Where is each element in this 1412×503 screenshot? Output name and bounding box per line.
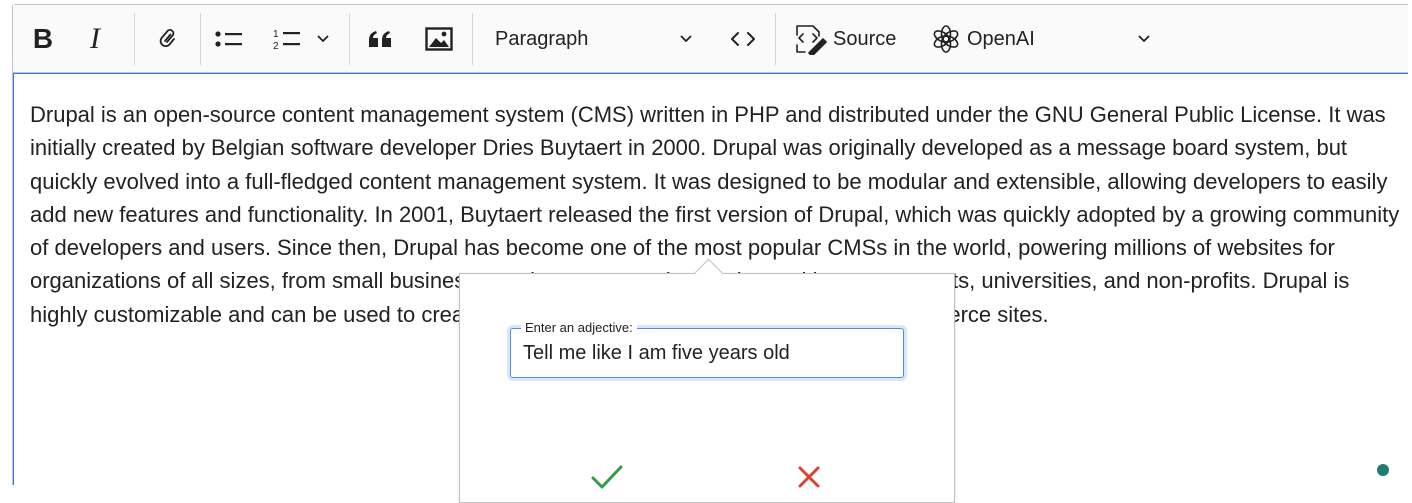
svg-text:2: 2 [273,41,279,52]
editor-toolbar: B I 1 2 Paragraph Source OpenAI [13,5,1408,73]
checkmark-icon [591,465,623,489]
toolbar-separator [472,13,473,65]
adjective-field: Enter an adjective: [510,320,904,378]
toolbar-separator [775,13,776,65]
chevron-down-icon [317,35,329,43]
blockquote-button[interactable] [359,5,403,73]
bold-button[interactable]: B [21,5,65,73]
status-dot [1377,464,1389,476]
source-button[interactable]: Source [787,5,911,73]
chevron-down-icon [1138,35,1150,43]
adjective-input[interactable] [511,329,903,377]
numbered-list-icon: 1 2 [273,29,300,52]
bulleted-list-icon [215,31,242,47]
bulleted-list-button[interactable] [209,5,249,73]
heading-dropdown-label: Paragraph [495,27,589,50]
svg-text:1: 1 [273,29,279,40]
numbered-list-button[interactable]: 1 2 [267,5,307,73]
toolbar-separator [200,13,201,65]
image-icon [425,27,453,51]
numbered-list-dropdown[interactable] [311,5,335,73]
openai-dropdown[interactable]: OpenAI [927,5,1167,73]
bold-icon: B [32,23,54,54]
code-icon [731,32,755,46]
heading-dropdown[interactable]: Paragraph [483,5,703,73]
source-label: Source [833,27,897,50]
rich-text-editor: B I 1 2 Paragraph Source OpenAI Drupal i… [12,4,1408,503]
save-button[interactable] [590,464,624,497]
openai-prompt-balloon: Enter an adjective: [459,258,955,503]
link-button[interactable] [147,5,191,73]
toolbar-separator [349,13,350,65]
toolbar-separator [134,13,135,65]
adjective-field-label: Enter an adjective: [521,320,637,336]
blockquote-icon [369,31,391,47]
openai-label: OpenAI [967,27,1035,50]
cancel-button[interactable] [796,464,822,495]
italic-button[interactable]: I [73,5,117,73]
insert-image-button[interactable] [417,5,461,73]
chevron-down-icon [680,35,692,43]
italic-icon: I [90,22,100,55]
source-icon [796,25,827,55]
link-icon [159,29,175,47]
code-button[interactable] [721,5,765,73]
openai-icon [933,25,959,53]
close-icon [798,466,820,488]
